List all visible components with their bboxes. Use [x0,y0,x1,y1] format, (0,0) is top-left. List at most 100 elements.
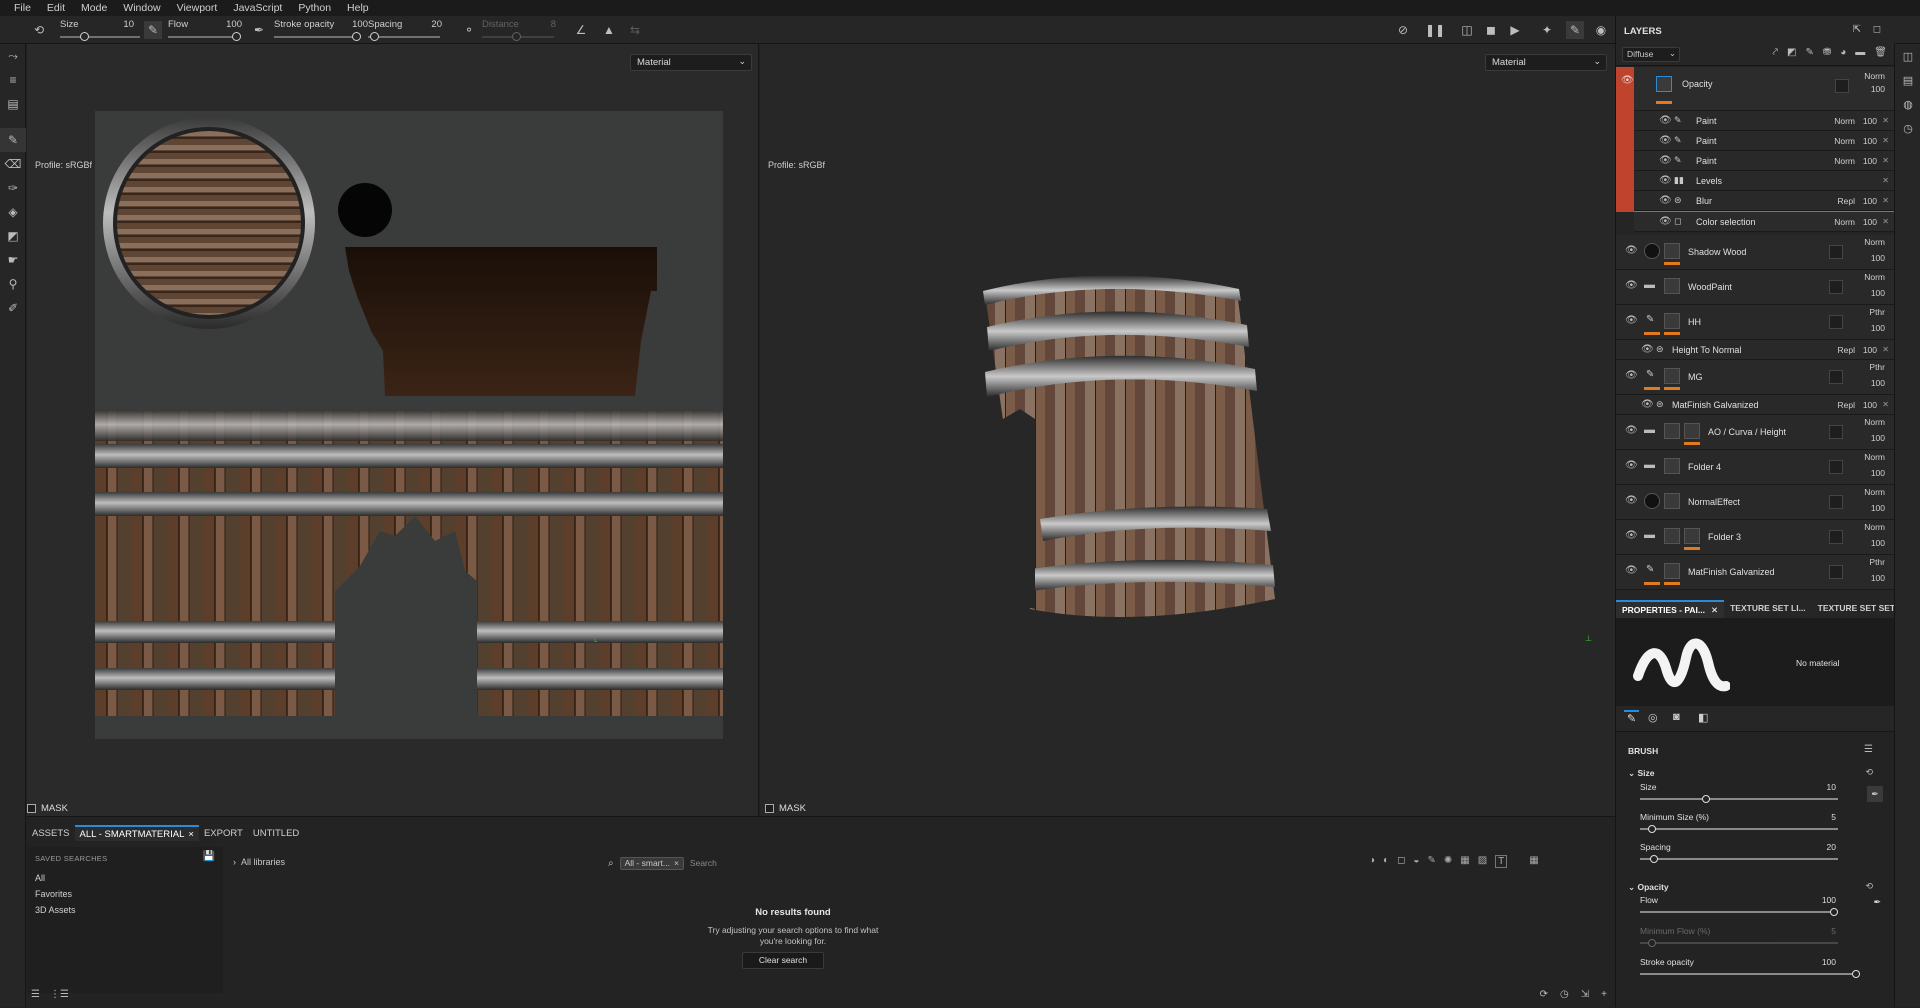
display-settings-icon[interactable]: ◍ [1895,92,1920,116]
layer-blend-mode[interactable]: Pthr [1869,362,1885,372]
layer-list[interactable]: 👁 Opacity Norm 100 👁 ✎ Paint Norm 100 ✕ … [1616,67,1895,600]
distance-slider-knob[interactable] [512,32,521,41]
toolbar-size[interactable]: Size 10 [60,16,145,44]
layer-selection-box[interactable] [1829,460,1843,474]
environment-filter-icon[interactable]: ▨ [1478,855,1487,868]
effect-opacity-value[interactable]: 100 [1863,156,1877,166]
menu-python[interactable]: Python [290,2,339,14]
brush-size-value[interactable]: 10 [1806,782,1836,792]
layer-selection-box[interactable] [1829,495,1843,509]
min-size-knob[interactable] [1648,824,1656,833]
layer-opacity-value[interactable]: 100 [1871,323,1885,333]
effect-blend-mode[interactable]: Norm [1834,217,1855,227]
layer-selection-box[interactable] [1829,315,1843,329]
brush-spacing-knob[interactable] [1650,854,1658,863]
add-smart-material-icon[interactable]: ◕ [1840,47,1846,58]
effect-blend-mode[interactable]: Norm [1834,136,1855,146]
pen-pressure-icon[interactable]: ✒ [250,21,268,39]
effect-blend-mode[interactable]: Repl [1838,196,1855,206]
color-picker-icon[interactable]: ✐ [0,296,26,320]
effect-row-paint-1[interactable]: 👁 ✎ Paint Norm 100 ✕ [1634,111,1895,131]
viewport-3d-mask-toggle[interactable]: MASK [765,800,806,816]
layer-opacity-value[interactable]: 100 [1871,468,1885,478]
doc-icon[interactable]: ▤ [0,92,26,116]
layer-row-opacity[interactable]: 👁 Opacity Norm 100 [1621,67,1895,111]
min-size-value[interactable]: 5 [1806,812,1836,822]
saved-all[interactable]: All [35,873,45,883]
properties-panel-icon[interactable]: ▤ [1895,68,1920,92]
pen-pressure-size-icon[interactable]: ✒ [1867,786,1883,802]
add-icon[interactable]: + [1601,989,1607,1000]
menu-window[interactable]: Window [115,2,168,14]
visibility-eye-icon[interactable]: 👁 [1625,460,1638,471]
effect-row-paint-2[interactable]: 👁 ✎ Paint Norm 100 ✕ [1634,131,1895,151]
material-filter-icon[interactable]: ◑ [1369,855,1375,868]
min-flow-slider[interactable] [1640,938,1838,947]
tab-texture-set-list[interactable]: TEXTURE SET LI... [1724,600,1812,618]
asset-search[interactable]: ⌕ All - smart... × Search [608,855,1388,871]
layer-selection-box[interactable] [1829,370,1843,384]
brush-flow-value[interactable]: 100 [1806,895,1836,905]
symmetry-icon[interactable]: ⟲ [30,21,48,39]
history-panel-icon[interactable]: ◷ [1895,116,1920,140]
layer-blend-mode[interactable]: Norm [1864,487,1885,497]
alpha-tab-icon[interactable]: ◎ [1648,711,1658,724]
breadcrumb[interactable]: › All libraries [233,857,285,867]
layer-blend-mode[interactable]: Norm [1864,71,1885,81]
viewport-2d-mask-toggle[interactable]: MASK [27,800,68,816]
remove-effect-icon[interactable]: ✕ [1882,217,1889,226]
toolbar-spacing[interactable]: Spacing 20 [368,16,443,44]
search-input[interactable]: Search [690,858,717,868]
texture-filter-icon[interactable]: ▦ [1460,855,1469,868]
split-view-icon[interactable]: ◫ [1458,21,1476,39]
toolbar-distance[interactable]: Distance 8 [482,16,557,44]
visibility-eye-icon[interactable]: 👁 [1625,315,1638,326]
menu-help[interactable]: Help [339,2,377,14]
history-icon[interactable]: ◷ [1560,989,1569,1000]
polygon-fill-icon[interactable]: ◩ [0,224,26,248]
iray-icon[interactable]: ✦ [1538,21,1556,39]
tab-untitled[interactable]: UNTITLED [248,825,304,841]
reset-icon[interactable]: ⟲ [1865,767,1873,778]
visibility-eye-icon[interactable]: 👁 [1659,155,1672,166]
opacity-section-toggle[interactable]: ⌄ Opacity [1628,882,1669,893]
channel-dropdown[interactable]: Diffuse ⌄ [1622,47,1680,62]
visibility-eye-icon[interactable]: 👁 [1621,75,1634,86]
tab-properties-paint[interactable]: PROPERTIES - PAI... ✕ [1616,600,1725,618]
add-effect-icon[interactable]: ⤤ [1772,47,1778,58]
layer-opacity-value[interactable]: 100 [1871,433,1885,443]
viewport-2d-channel-dropdown[interactable]: Material ⌄ [630,54,752,71]
object-icon[interactable]: ◼ [1482,21,1500,39]
tab-assets[interactable]: ASSETS [27,825,75,841]
add-fill-layer-icon[interactable]: ⛃ [1823,47,1831,58]
mask-checkbox[interactable] [765,803,774,813]
brush-spacing-slider[interactable] [1640,854,1838,863]
visibility-eye-icon[interactable]: 👁 [1659,195,1672,206]
viewport-3d[interactable]: Material ⌄ Profile: sRGBf ⊥ MASK [760,44,1615,816]
save-icon[interactable]: 💾 [203,851,215,862]
clear-search-button[interactable]: Clear search [742,952,824,969]
effect-row-matfinish-galvanized[interactable]: 👁 ⊜ MatFinish Galvanized Repl 100 ✕ [1616,395,1895,415]
visibility-eye-icon[interactable]: 👁 [1625,280,1638,291]
camera-icon[interactable]: ▶ [1506,21,1524,39]
visibility-eye-icon[interactable]: 👁 [1641,399,1654,410]
toolbar-stroke-opacity[interactable]: Stroke opacity 100 [274,16,368,44]
visibility-eye-icon[interactable]: 👁 [1641,344,1654,355]
visibility-eye-icon[interactable]: 👁 [1625,530,1638,541]
filter-pill[interactable]: All - smart... × [619,856,684,870]
layer-selection-box[interactable] [1835,79,1849,93]
effect-blend-mode[interactable]: Norm [1834,156,1855,166]
layer-row-hh[interactable]: 👁 ✎ HH Pthr 100 [1616,305,1895,340]
presets-icon[interactable]: ☰ [1864,744,1873,755]
eraser-icon[interactable]: ⌫ [0,152,26,176]
visibility-eye-icon[interactable]: 👁 [1625,425,1638,436]
spacing-slider[interactable] [368,32,440,41]
menu-viewport[interactable]: Viewport [169,2,226,14]
tab-export[interactable]: EXPORT [199,825,248,841]
baking-icon[interactable]: ⤳ [0,44,26,68]
brush-size-knob[interactable] [1702,794,1710,803]
layer-opacity-value[interactable]: 100 [1871,503,1885,513]
stroke-opacity-slider[interactable] [274,32,361,41]
layers-icon[interactable]: ≡ [0,68,26,92]
layer-selection-box[interactable] [1829,245,1843,259]
